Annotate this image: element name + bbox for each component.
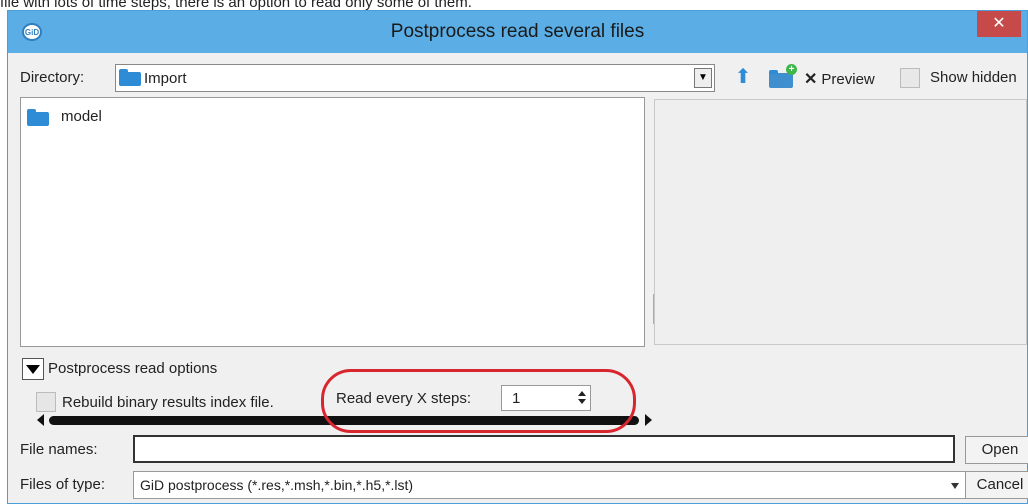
directory-combo[interactable]: Import ▼ [115,64,715,92]
directory-label: Directory: [20,69,85,86]
new-folder-icon [769,70,793,88]
directory-dropdown-button[interactable]: ▼ [694,68,712,88]
file-types-combo[interactable]: GiD postprocess (*.res,*.msh,*.bin,*.h5,… [133,471,966,499]
rebuild-index-checkbox[interactable] [36,392,56,412]
file-names-row: File names: Open [20,435,1028,467]
directory-row: Directory: Import ▼ ⬆ + ✕ Preview Show hi… [20,64,1025,94]
page-caption: file with lots of time steps, there is a… [0,0,472,11]
new-folder-button[interactable]: + [767,64,797,90]
cancel-button[interactable]: Cancel [965,471,1028,499]
close-button[interactable]: ✕ [977,11,1021,37]
title-bar: GiD Postprocess read several files ✕ [8,11,1027,53]
file-types-label: Files of type: [20,476,106,493]
directory-value: Import [144,70,187,87]
check-x-icon: ✕ [804,71,818,88]
file-types-value: GiD postprocess (*.res,*.msh,*.bin,*.h5,… [140,477,414,493]
highlight-annotation [321,369,636,433]
scroll-right-icon[interactable] [645,414,652,426]
file-names-label: File names: [20,441,98,458]
file-names-input[interactable] [133,435,955,463]
scroll-left-icon[interactable] [37,414,44,426]
dialog-window: GiD Postprocess read several files ✕ Dir… [7,10,1028,504]
file-types-row: Files of type: GiD postprocess (*.res,*.… [20,471,1028,501]
file-list[interactable]: model [20,97,657,426]
file-item-name: model [61,108,102,125]
chevron-down-icon[interactable] [951,483,959,489]
show-hidden-label: Show hidden [930,69,1017,86]
show-hidden-checkbox[interactable] [900,68,920,88]
up-folder-button[interactable]: ⬆ [730,65,756,91]
open-button[interactable]: Open [965,436,1028,464]
options-toggle-button[interactable] [22,358,44,380]
folder-icon [27,109,49,126]
arrow-up-icon: ⬆ [734,66,752,88]
options-toggle-label: Postprocess read options [48,360,218,377]
rebuild-index-label: Rebuild binary results index file. [62,394,274,411]
dialog-title: Postprocess read several files [390,21,645,42]
preview-checkbox[interactable]: ✕ Preview [804,69,875,89]
preview-label: Preview [821,71,875,88]
folder-icon [119,69,141,86]
preview-pane [654,99,1027,345]
plus-icon: + [786,64,797,75]
